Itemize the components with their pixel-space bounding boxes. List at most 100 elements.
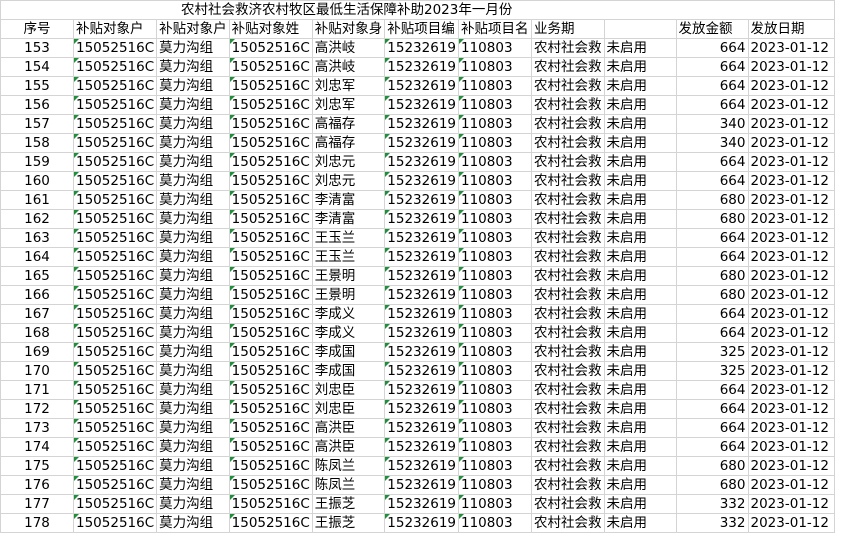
cell-period[interactable]: 未启用 [603, 285, 677, 305]
cell-name[interactable]: 刘忠军 [311, 95, 386, 115]
cell-item-code[interactable]: 110803 [458, 152, 532, 172]
cell-id-number[interactable]: 15232619 [384, 323, 459, 343]
cell-item-code[interactable]: 110803 [458, 513, 532, 533]
cell-date[interactable]: 2023-01-12 [747, 133, 835, 153]
cell-item-code[interactable]: 110803 [458, 399, 532, 419]
cell-amount[interactable]: 664 [675, 171, 749, 191]
cell-item-name[interactable]: 农村社会救 [531, 152, 605, 172]
cell-household-id[interactable]: 15052516C [72, 133, 158, 153]
cell-item-name[interactable]: 农村社会救 [531, 38, 605, 58]
cell-id-number[interactable]: 15232619 [384, 152, 459, 172]
cell-amount[interactable]: 664 [675, 399, 749, 419]
cell-id-number[interactable]: 15232619 [384, 133, 459, 153]
cell-item-code[interactable]: 110803 [458, 266, 532, 286]
cell-person-id[interactable]: 15052516C [228, 76, 313, 96]
cell-date[interactable]: 2023-01-12 [747, 57, 835, 77]
cell-item-name[interactable]: 农村社会救 [531, 494, 605, 514]
cell-amount[interactable]: 664 [675, 247, 749, 267]
cell-amount[interactable]: 664 [675, 95, 749, 115]
cell-household-id[interactable]: 15052516C [72, 456, 158, 476]
cell-person-id[interactable]: 15052516C [228, 475, 313, 495]
cell-seq[interactable]: 172 [0, 399, 74, 419]
cell-item-name[interactable]: 农村社会救 [531, 513, 605, 533]
cell-date[interactable]: 2023-01-12 [747, 342, 835, 362]
cell-period[interactable]: 未启用 [603, 342, 677, 362]
cell-amount[interactable]: 680 [675, 475, 749, 495]
cell-item-code[interactable]: 110803 [458, 437, 532, 457]
cell-group[interactable]: 莫力沟组 [156, 437, 230, 457]
cell-group[interactable]: 莫力沟组 [156, 209, 230, 229]
cell-group[interactable]: 莫力沟组 [156, 513, 230, 533]
cell-person-id[interactable]: 15052516C [228, 494, 313, 514]
cell-name[interactable]: 王玉兰 [311, 247, 386, 267]
cell-amount[interactable]: 664 [675, 228, 749, 248]
cell-item-code[interactable]: 110803 [458, 323, 532, 343]
cell-seq[interactable]: 166 [0, 285, 74, 305]
cell-household-id[interactable]: 15052516C [72, 418, 158, 438]
cell-id-number[interactable]: 15232619 [384, 228, 459, 248]
cell-id-number[interactable]: 15232619 [384, 361, 459, 381]
cell-name[interactable]: 刘忠臣 [311, 399, 386, 419]
cell-household-id[interactable]: 15052516C [72, 361, 158, 381]
cell-period[interactable]: 未启用 [603, 494, 677, 514]
cell-period[interactable]: 未启用 [603, 475, 677, 495]
cell-item-code[interactable]: 110803 [458, 304, 532, 324]
cell-seq[interactable]: 157 [0, 114, 74, 134]
cell-item-code[interactable]: 110803 [458, 475, 532, 495]
cell-person-id[interactable]: 15052516C [228, 361, 313, 381]
cell-seq[interactable]: 167 [0, 304, 74, 324]
header-cell[interactable]: 补贴项目编 [384, 19, 459, 39]
cell-person-id[interactable]: 15052516C [228, 95, 313, 115]
cell-date[interactable]: 2023-01-12 [747, 399, 835, 419]
cell-group[interactable]: 莫力沟组 [156, 133, 230, 153]
cell-period[interactable]: 未启用 [603, 95, 677, 115]
cell-period[interactable]: 未启用 [603, 266, 677, 286]
cell-seq[interactable]: 171 [0, 380, 74, 400]
cell-item-code[interactable]: 110803 [458, 361, 532, 381]
cell-date[interactable]: 2023-01-12 [747, 152, 835, 172]
cell-seq[interactable]: 169 [0, 342, 74, 362]
header-cell[interactable]: 补贴对象户 [72, 19, 158, 39]
cell-amount[interactable]: 664 [675, 76, 749, 96]
header-cell[interactable]: 序号 [0, 19, 74, 39]
cell-period[interactable]: 未启用 [603, 361, 677, 381]
cell-group[interactable]: 莫力沟组 [156, 361, 230, 381]
cell-person-id[interactable]: 15052516C [228, 152, 313, 172]
cell-id-number[interactable]: 15232619 [384, 247, 459, 267]
cell-item-name[interactable]: 农村社会救 [531, 247, 605, 267]
cell-id-number[interactable]: 15232619 [384, 190, 459, 210]
cell-group[interactable]: 莫力沟组 [156, 76, 230, 96]
cell-seq[interactable]: 155 [0, 76, 74, 96]
cell-period[interactable]: 未启用 [603, 228, 677, 248]
cell-group[interactable]: 莫力沟组 [156, 171, 230, 191]
cell-id-number[interactable]: 15232619 [384, 266, 459, 286]
cell-person-id[interactable]: 15052516C [228, 399, 313, 419]
cell-household-id[interactable]: 15052516C [72, 399, 158, 419]
cell-seq[interactable]: 161 [0, 190, 74, 210]
cell-seq[interactable]: 168 [0, 323, 74, 343]
cell-item-code[interactable]: 110803 [458, 76, 532, 96]
cell-group[interactable]: 莫力沟组 [156, 38, 230, 58]
cell-group[interactable]: 莫力沟组 [156, 228, 230, 248]
cell-period[interactable]: 未启用 [603, 380, 677, 400]
cell-date[interactable]: 2023-01-12 [747, 456, 835, 476]
cell-item-code[interactable]: 110803 [458, 228, 532, 248]
header-cell[interactable]: 补贴对象户 [156, 19, 230, 39]
cell-period[interactable]: 未启用 [603, 171, 677, 191]
cell-name[interactable]: 刘忠元 [311, 152, 386, 172]
cell-seq[interactable]: 176 [0, 475, 74, 495]
cell-id-number[interactable]: 15232619 [384, 494, 459, 514]
cell-period[interactable]: 未启用 [603, 114, 677, 134]
cell-item-name[interactable]: 农村社会救 [531, 190, 605, 210]
cell-id-number[interactable]: 15232619 [384, 399, 459, 419]
cell-id-number[interactable]: 15232619 [384, 437, 459, 457]
cell-item-name[interactable]: 农村社会救 [531, 76, 605, 96]
cell-period[interactable]: 未启用 [603, 437, 677, 457]
cell-group[interactable]: 莫力沟组 [156, 95, 230, 115]
cell-person-id[interactable]: 15052516C [228, 285, 313, 305]
cell-date[interactable]: 2023-01-12 [747, 494, 835, 514]
cell-name[interactable]: 王振芝 [311, 513, 386, 533]
sheet-title[interactable]: 农村社会救济农村牧区最低生活保障补助2023年一月份 [0, 0, 835, 20]
cell-household-id[interactable]: 15052516C [72, 38, 158, 58]
cell-date[interactable]: 2023-01-12 [747, 513, 835, 533]
